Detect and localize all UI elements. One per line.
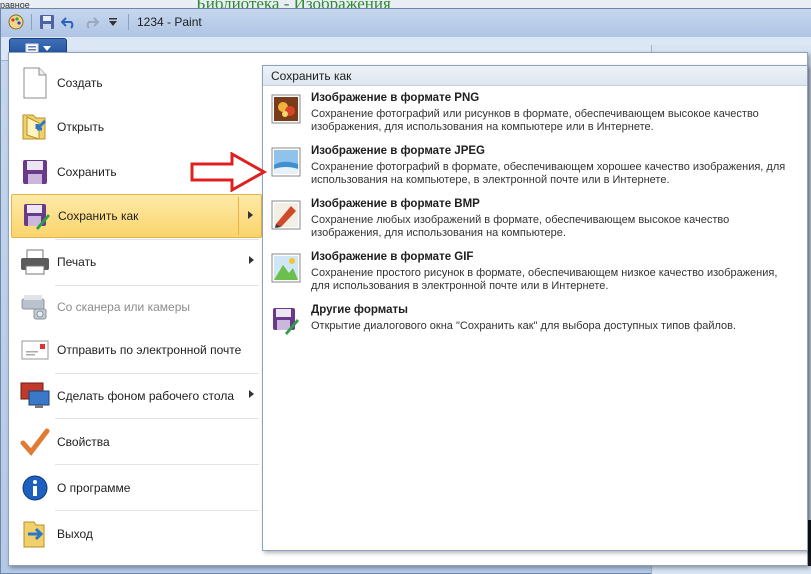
format-title: Изображение в формате JPEG bbox=[311, 145, 485, 157]
quick-access-toolbar: 1234 - Paint bbox=[7, 13, 202, 31]
scanner-icon bbox=[17, 289, 53, 325]
desktop-icon bbox=[17, 378, 53, 414]
menu-item-new[interactable]: Создать bbox=[11, 61, 262, 105]
redo-icon[interactable] bbox=[82, 13, 100, 31]
menu-item-label: Свойства bbox=[57, 435, 110, 449]
format-description: Сохранение простого рисунок в формате, о… bbox=[311, 267, 778, 292]
menu-separator bbox=[55, 418, 259, 419]
jpeg-image-icon bbox=[271, 147, 301, 177]
save-as-png-item[interactable]: Изображение в формате PNG Сохранение фот… bbox=[267, 92, 803, 140]
menu-item-label: О программе bbox=[57, 481, 131, 495]
menu-item-send-email[interactable]: Отправить по электронной почте bbox=[11, 328, 262, 372]
printer-icon bbox=[17, 244, 53, 280]
exit-icon bbox=[17, 516, 53, 552]
menu-item-label: Печать bbox=[57, 255, 97, 269]
submenu-arrow-icon[interactable] bbox=[248, 211, 253, 219]
open-folder-icon bbox=[17, 109, 53, 145]
menu-item-label: Сделать фоном рабочего стола bbox=[57, 389, 234, 403]
submenu-arrow-icon[interactable] bbox=[249, 256, 254, 264]
save-as-submenu: Сохранить как Изображение в формате PNG … bbox=[262, 65, 808, 551]
format-description: Сохранение фотографий или рисунков в фор… bbox=[311, 108, 759, 133]
toolbar-separator bbox=[31, 14, 32, 30]
menu-item-set-wallpaper[interactable]: Сделать фоном рабочего стола bbox=[11, 374, 262, 418]
format-description: Сохранение фотографий в формате, обеспеч… bbox=[311, 161, 786, 186]
toolbar-separator bbox=[128, 14, 129, 30]
customize-toolbar-icon[interactable] bbox=[104, 13, 122, 31]
checkmark-icon bbox=[17, 424, 53, 460]
menu-item-open[interactable]: Открыть bbox=[11, 105, 262, 149]
info-icon bbox=[17, 470, 53, 506]
format-description: Открытие диалогового окна "Сохранить как… bbox=[311, 320, 737, 332]
menu-item-label: Сохранить как bbox=[58, 209, 139, 223]
email-icon bbox=[17, 332, 53, 368]
menu-item-print[interactable]: Печать bbox=[11, 240, 262, 284]
file-menu-list: Создать Открыть Сохранить Сохранить как bbox=[9, 53, 264, 565]
red-arrow-annotation bbox=[190, 152, 268, 192]
paint-app-icon[interactable] bbox=[7, 13, 25, 31]
menu-item-label: Сохранить bbox=[57, 165, 117, 179]
format-title: Изображение в формате PNG bbox=[311, 92, 480, 104]
format-title: Другие форматы bbox=[311, 304, 408, 316]
save-disk-icon bbox=[17, 154, 53, 190]
format-title: Изображение в формате BMP bbox=[311, 198, 480, 210]
format-title: Изображение в формате GIF bbox=[311, 251, 474, 263]
menu-item-label: Выход bbox=[57, 527, 93, 541]
menu-item-label: Создать bbox=[57, 76, 103, 90]
save-as-other-formats-item[interactable]: Другие форматы Открытие диалогового окна… bbox=[267, 304, 803, 340]
bmp-image-icon bbox=[271, 200, 301, 230]
save-icon[interactable] bbox=[38, 13, 56, 31]
png-image-icon bbox=[271, 94, 301, 124]
window-title: 1234 - Paint bbox=[137, 15, 202, 29]
save-as-bmp-item[interactable]: Изображение в формате BMP Сохранение люб… bbox=[267, 198, 803, 246]
other-formats-icon bbox=[271, 306, 301, 336]
new-file-icon bbox=[17, 65, 53, 101]
menu-item-about[interactable]: О программе bbox=[11, 466, 262, 510]
menu-item-exit[interactable]: Выход bbox=[11, 512, 262, 556]
title-bar: 1234 - Paint bbox=[1, 9, 811, 37]
save-as-jpeg-item[interactable]: Изображение в формате JPEG Сохранение фо… bbox=[267, 145, 803, 193]
menu-item-properties[interactable]: Свойства bbox=[11, 420, 262, 464]
menu-item-label: Открыть bbox=[57, 120, 105, 134]
menu-item-label: Со сканера или камеры bbox=[57, 300, 190, 314]
menu-item-label: Отправить по электронной почте bbox=[57, 343, 242, 357]
menu-separator bbox=[55, 510, 259, 511]
submenu-split-divider bbox=[238, 197, 239, 235]
save-as-gif-item[interactable]: Изображение в формате GIF Сохранение про… bbox=[267, 251, 803, 299]
menu-item-save-as[interactable]: Сохранить как bbox=[11, 194, 262, 238]
submenu-header: Сохранить как bbox=[263, 66, 807, 86]
menu-item-scanner[interactable]: Со сканера или камеры bbox=[11, 285, 262, 329]
save-as-icon bbox=[18, 198, 54, 234]
background-window bbox=[0, 0, 811, 8]
submenu-arrow-icon[interactable] bbox=[249, 390, 254, 398]
undo-icon[interactable] bbox=[60, 13, 78, 31]
chevron-down-icon bbox=[43, 45, 51, 51]
gif-image-icon bbox=[271, 253, 301, 283]
menu-separator bbox=[55, 464, 259, 465]
format-description: Сохранение любых изображений в формате, … bbox=[311, 214, 730, 239]
